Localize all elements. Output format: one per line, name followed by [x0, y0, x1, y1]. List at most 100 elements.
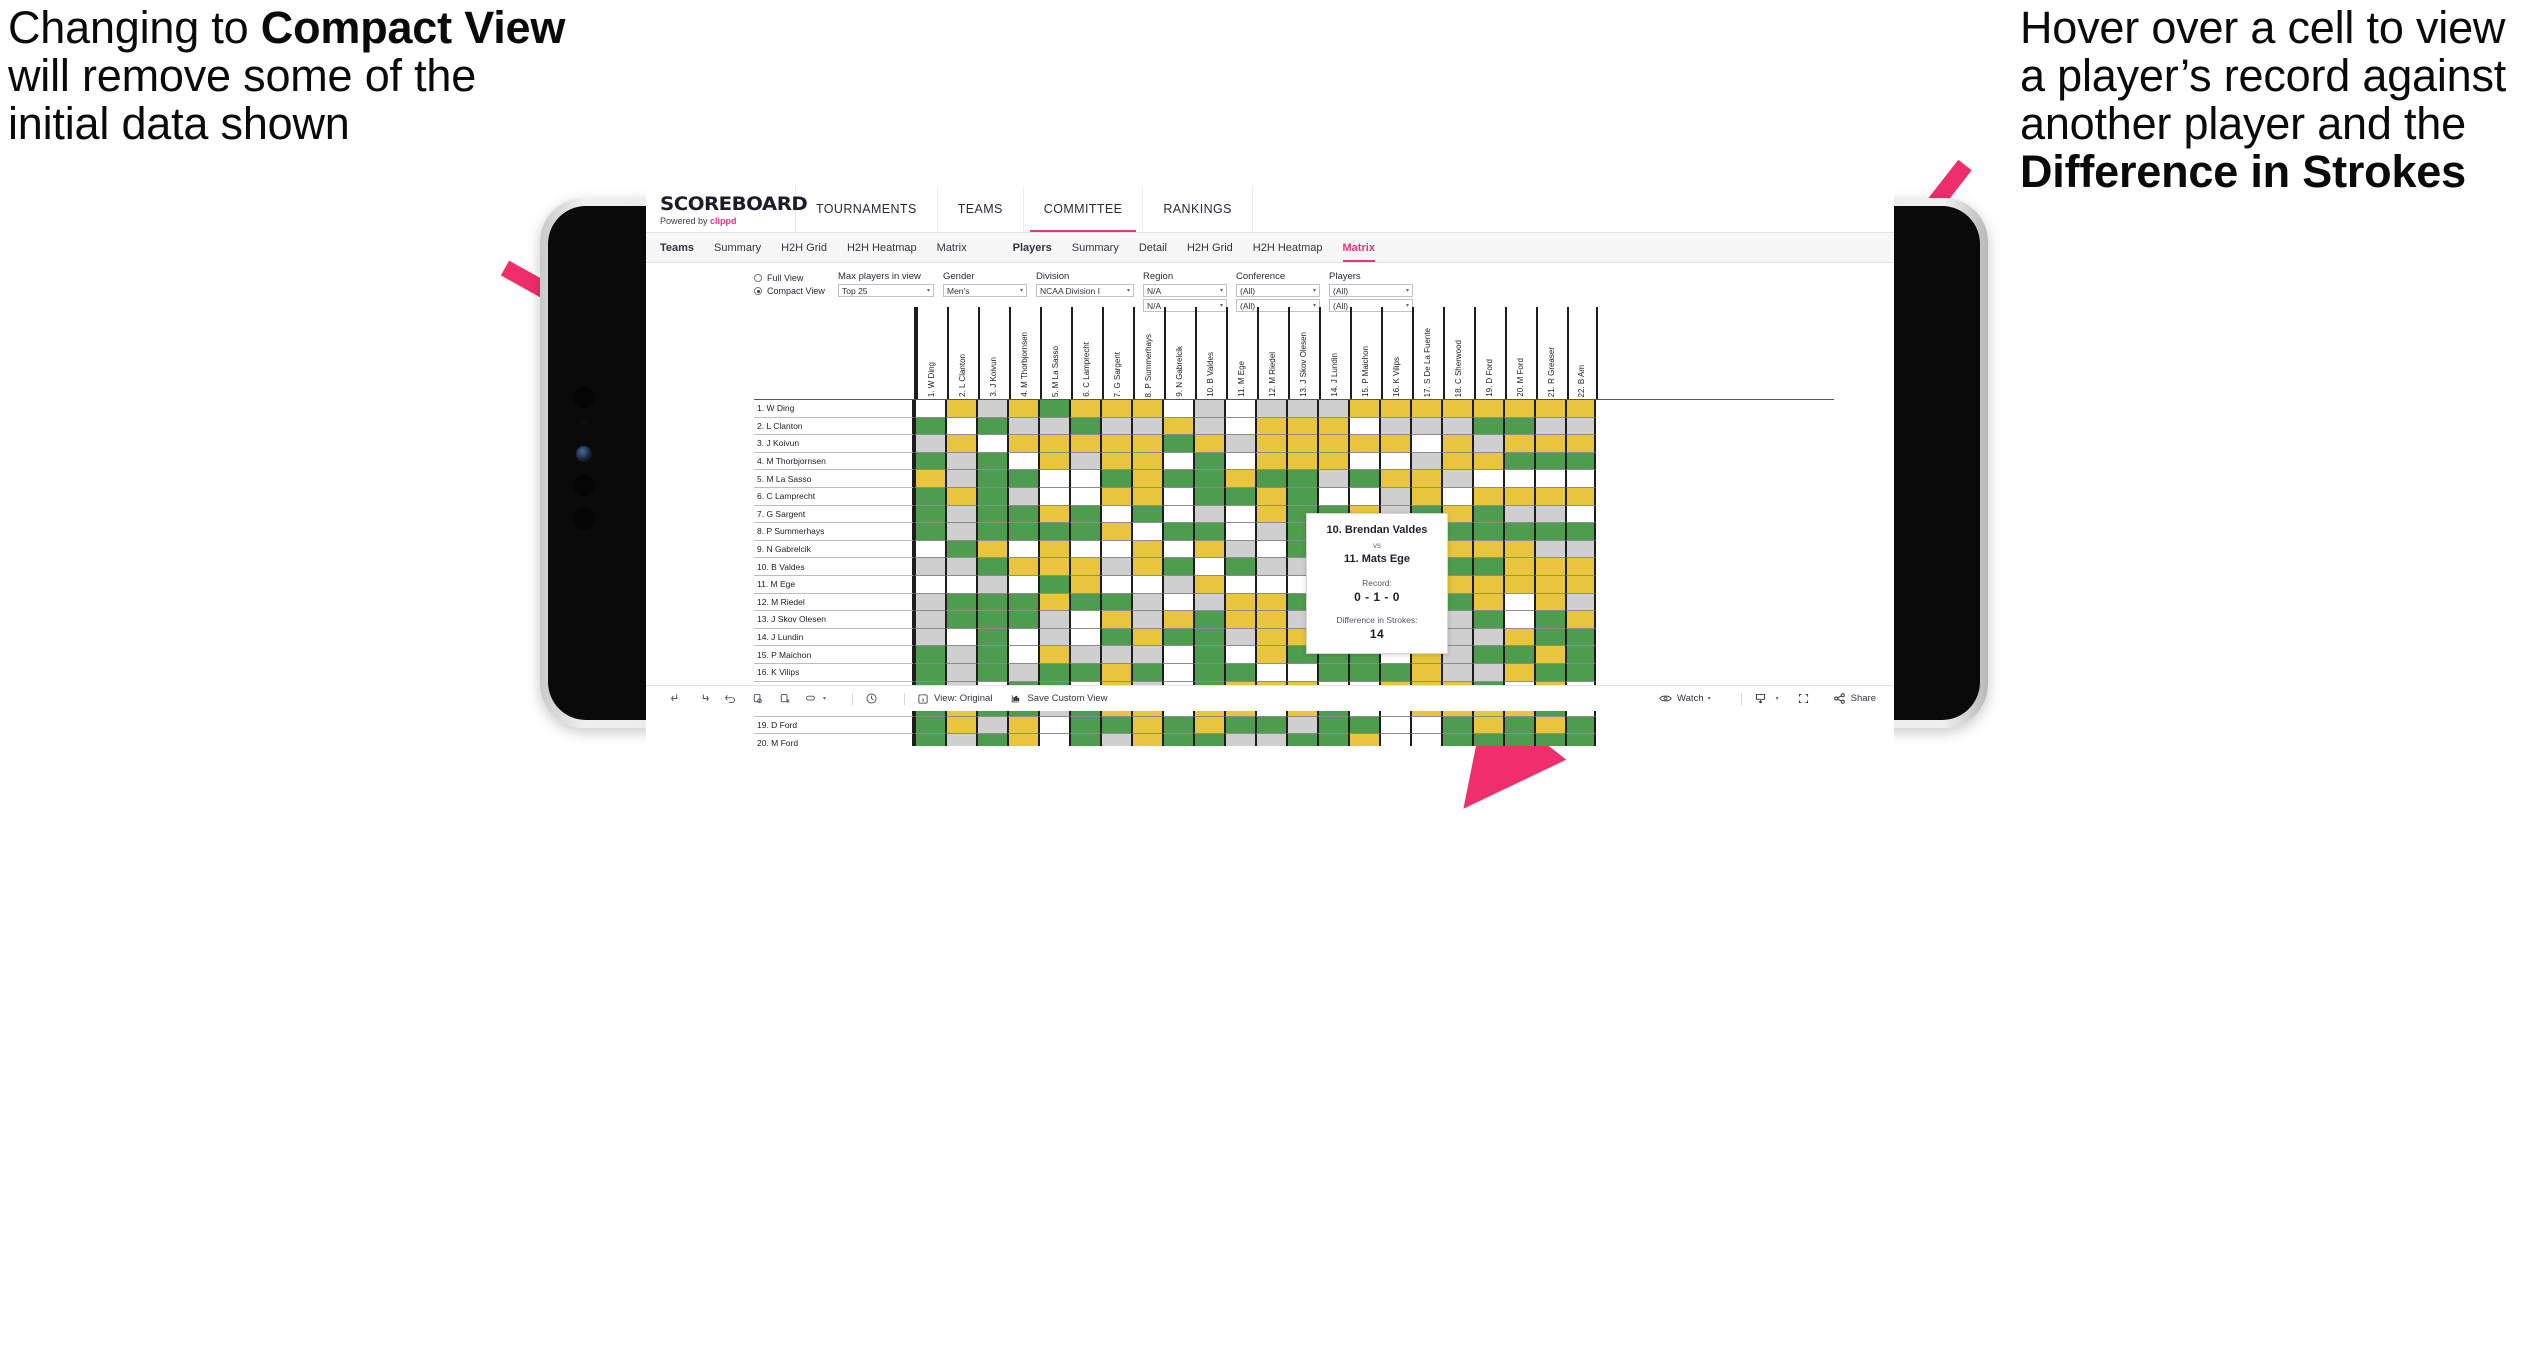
- matrix-cell[interactable]: [1348, 417, 1379, 436]
- matrix-cell[interactable]: [1255, 716, 1286, 735]
- matrix-cell[interactable]: [1007, 417, 1038, 436]
- subnav-teams-h2h-heatmap[interactable]: H2H Heatmap: [847, 242, 917, 254]
- matrix-cell[interactable]: [1162, 611, 1193, 629]
- matrix-cell[interactable]: [1503, 540, 1534, 559]
- matrix-cell[interactable]: [914, 628, 945, 647]
- matrix-cell[interactable]: [1255, 734, 1286, 746]
- matrix-cell[interactable]: [1472, 716, 1503, 735]
- matrix-cell[interactable]: [976, 470, 1007, 488]
- matrix-cell[interactable]: [1193, 593, 1224, 612]
- matrix-cell[interactable]: [1565, 646, 1596, 664]
- matrix-cell[interactable]: [1255, 470, 1286, 488]
- matrix-cell[interactable]: [1534, 558, 1565, 576]
- matrix-cell[interactable]: [1317, 487, 1348, 506]
- matrix-cell[interactable]: [914, 646, 945, 664]
- matrix-cell[interactable]: [1069, 523, 1100, 541]
- matrix-cell[interactable]: [1317, 435, 1348, 453]
- matrix-cell[interactable]: [914, 611, 945, 629]
- matrix-cell[interactable]: [914, 523, 945, 541]
- matrix-cell[interactable]: [1255, 611, 1286, 629]
- matrix-cell[interactable]: [1007, 575, 1038, 594]
- matrix-cell[interactable]: [945, 716, 976, 735]
- matrix-cell[interactable]: [1472, 505, 1503, 524]
- matrix-cell[interactable]: [1100, 540, 1131, 559]
- revert-icon[interactable]: [724, 692, 737, 705]
- matrix-cell[interactable]: [1472, 417, 1503, 436]
- matrix-cell[interactable]: [1100, 646, 1131, 664]
- matrix-cell[interactable]: [1379, 452, 1410, 471]
- matrix-cell[interactable]: [1565, 487, 1596, 506]
- matrix-cell[interactable]: [1069, 646, 1100, 664]
- subnav-teams-h2h-grid[interactable]: H2H Grid: [781, 242, 827, 254]
- matrix-cell[interactable]: [1038, 452, 1069, 471]
- matrix-cell[interactable]: [1100, 400, 1131, 418]
- matrix-cell[interactable]: [1503, 593, 1534, 612]
- matrix-cell[interactable]: [1131, 540, 1162, 559]
- matrix-cell[interactable]: [1255, 417, 1286, 436]
- radio-compact-view[interactable]: Compact View: [754, 286, 838, 296]
- matrix-cell[interactable]: [1069, 487, 1100, 506]
- matrix-cell[interactable]: [1286, 400, 1317, 418]
- matrix-cell[interactable]: [1472, 593, 1503, 612]
- matrix-cell[interactable]: [1069, 435, 1100, 453]
- matrix-cell[interactable]: [976, 540, 1007, 559]
- matrix-cell[interactable]: [1410, 663, 1441, 682]
- matrix-cell[interactable]: [1038, 663, 1069, 682]
- matrix-cell[interactable]: [1565, 540, 1596, 559]
- matrix-cell[interactable]: [1069, 452, 1100, 471]
- matrix-cell[interactable]: [1131, 435, 1162, 453]
- matrix-cell[interactable]: [914, 470, 945, 488]
- matrix-cell[interactable]: [1503, 646, 1534, 664]
- matrix-cell[interactable]: [1317, 663, 1348, 682]
- matrix-cell[interactable]: [1565, 663, 1596, 682]
- filter-select-division[interactable]: NCAA Division I ▾: [1036, 284, 1134, 297]
- matrix-cell[interactable]: [1472, 523, 1503, 541]
- matrix-cell[interactable]: [1565, 558, 1596, 576]
- matrix-cell[interactable]: [1193, 435, 1224, 453]
- matrix-cell[interactable]: [1286, 470, 1317, 488]
- matrix-cell[interactable]: [1038, 400, 1069, 418]
- matrix-cell[interactable]: [1224, 452, 1255, 471]
- matrix-cell[interactable]: [1534, 435, 1565, 453]
- matrix-cell[interactable]: [1348, 716, 1379, 735]
- matrix-cell[interactable]: [1379, 435, 1410, 453]
- matrix-cell[interactable]: [1038, 417, 1069, 436]
- matrix-cell[interactable]: [1100, 470, 1131, 488]
- matrix-cell[interactable]: [914, 400, 945, 418]
- matrix-cell[interactable]: [1224, 558, 1255, 576]
- filter-select-region[interactable]: N/A ▾: [1143, 284, 1227, 297]
- radio-full-view[interactable]: Full View: [754, 273, 838, 283]
- matrix-cell[interactable]: [976, 575, 1007, 594]
- matrix-cell[interactable]: [1131, 628, 1162, 647]
- matrix-cell[interactable]: [1410, 734, 1441, 746]
- brand-logo[interactable]: SCOREBOARD Powered by clippd: [646, 186, 808, 232]
- matrix-cell[interactable]: [1379, 417, 1410, 436]
- matrix-cell[interactable]: [1565, 435, 1596, 453]
- matrix-cell[interactable]: [1069, 611, 1100, 629]
- matrix-cell[interactable]: [1100, 435, 1131, 453]
- matrix-cell[interactable]: [1534, 505, 1565, 524]
- matrix-cell[interactable]: [976, 505, 1007, 524]
- matrix-cell[interactable]: [1224, 593, 1255, 612]
- matrix-cell[interactable]: [1193, 558, 1224, 576]
- matrix-cell[interactable]: [1069, 417, 1100, 436]
- matrix-cell[interactable]: [1503, 611, 1534, 629]
- matrix-cell[interactable]: [914, 487, 945, 506]
- matrix-cell[interactable]: [976, 716, 1007, 735]
- matrix-cell[interactable]: [1100, 716, 1131, 735]
- matrix-cell[interactable]: [914, 452, 945, 471]
- matrix-cell[interactable]: [1441, 716, 1472, 735]
- matrix-cell[interactable]: [976, 646, 1007, 664]
- matrix-cell[interactable]: [1193, 487, 1224, 506]
- matrix-cell[interactable]: [1193, 523, 1224, 541]
- filter-select-players[interactable]: (All) ▾: [1329, 284, 1413, 297]
- matrix-cell[interactable]: [1038, 505, 1069, 524]
- matrix-cell[interactable]: [1534, 487, 1565, 506]
- matrix-cell[interactable]: [1255, 575, 1286, 594]
- matrix-cell[interactable]: [1162, 540, 1193, 559]
- matrix-cell[interactable]: [1317, 400, 1348, 418]
- matrix-cell[interactable]: [1162, 470, 1193, 488]
- matrix-cell[interactable]: [1193, 400, 1224, 418]
- matrix-cell[interactable]: [1255, 505, 1286, 524]
- matrix-cell[interactable]: [1162, 400, 1193, 418]
